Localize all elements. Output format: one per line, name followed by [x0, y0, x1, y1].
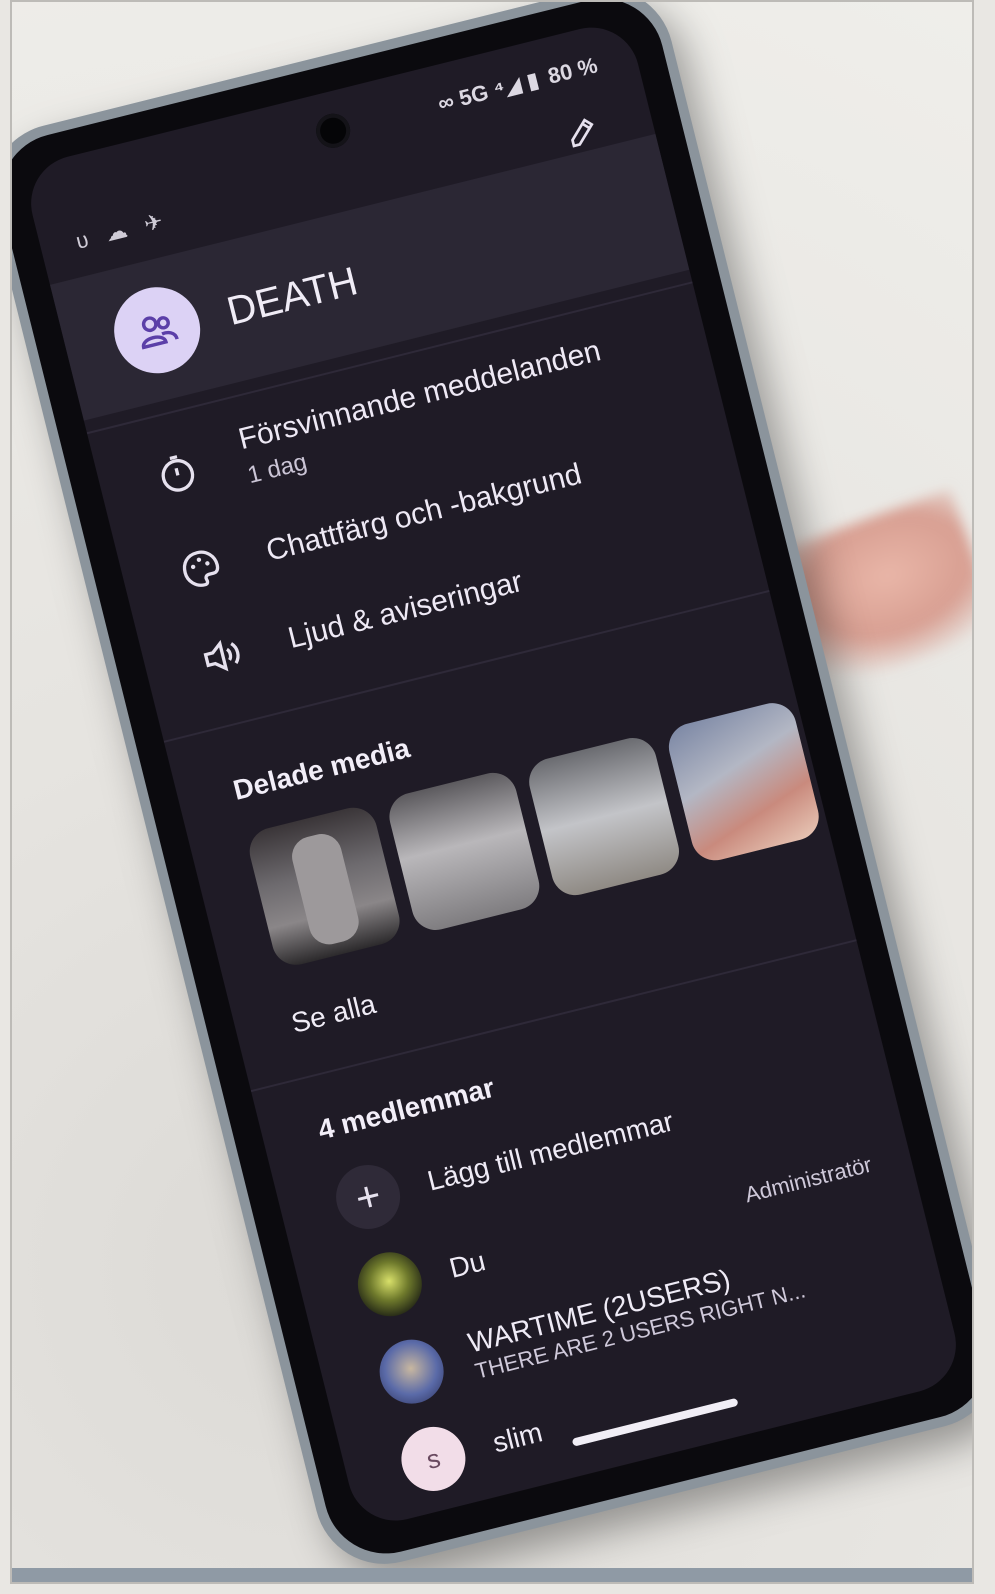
avatar: s: [394, 1420, 473, 1498]
group-title: DEATH: [222, 258, 362, 334]
plus-icon: +: [329, 1158, 407, 1236]
add-members-label: Lägg till medlemmar: [424, 1105, 677, 1197]
timer-icon: [161, 455, 195, 492]
speaker-icon: [203, 639, 240, 672]
phone-screen: ∞ 5G ⁴◢ ▮ 80 % υ ☁ ✈ DEATH Försvinnande …: [20, 17, 967, 1531]
shared-media-title: Delade media: [230, 732, 413, 806]
notification-icons: υ ☁ ✈: [73, 206, 172, 254]
battery-level: 80 %: [545, 52, 600, 89]
see-all-link[interactable]: Se alla: [288, 988, 379, 1040]
member-name: slim: [489, 1416, 546, 1459]
status-bar: ∞ 5G ⁴◢ ▮ 80 %: [435, 52, 600, 117]
media-thumbnail[interactable]: [663, 698, 824, 866]
palette-icon: [182, 550, 220, 587]
media-strip: [244, 680, 896, 970]
setting-sound-notifications[interactable]: Ljud & aviseringar: [142, 503, 758, 697]
bottom-strip: [12, 1568, 972, 1582]
phone-device: ∞ 5G ⁴◢ ▮ 80 % υ ☁ ✈ DEATH Försvinnande …: [12, 2, 972, 1579]
pencil-icon[interactable]: [561, 110, 605, 154]
signal-indicators: ∞ 5G ⁴◢ ▮: [435, 66, 542, 117]
phone-bezel: ∞ 5G ⁴◢ ▮ 80 % υ ☁ ✈ DEATH Försvinnande …: [12, 2, 972, 1567]
members-title: 4 medlemmar: [314, 1071, 498, 1146]
group-icon: [141, 316, 179, 350]
front-camera: [312, 110, 354, 152]
setting-label: Ljud & aviseringar: [284, 564, 526, 656]
member-name: Du: [446, 1245, 489, 1284]
media-thumbnail[interactable]: [244, 802, 405, 970]
avatar: [351, 1245, 429, 1324]
media-thumbnail[interactable]: [384, 767, 545, 936]
member-role: Administratör: [742, 1151, 875, 1208]
group-avatar[interactable]: [105, 278, 210, 383]
photo-frame: ∞ 5G ⁴◢ ▮ 80 % υ ☁ ✈ DEATH Försvinnande …: [10, 0, 974, 1584]
media-thumbnail[interactable]: [524, 732, 685, 901]
avatar-letter: s: [423, 1442, 444, 1475]
